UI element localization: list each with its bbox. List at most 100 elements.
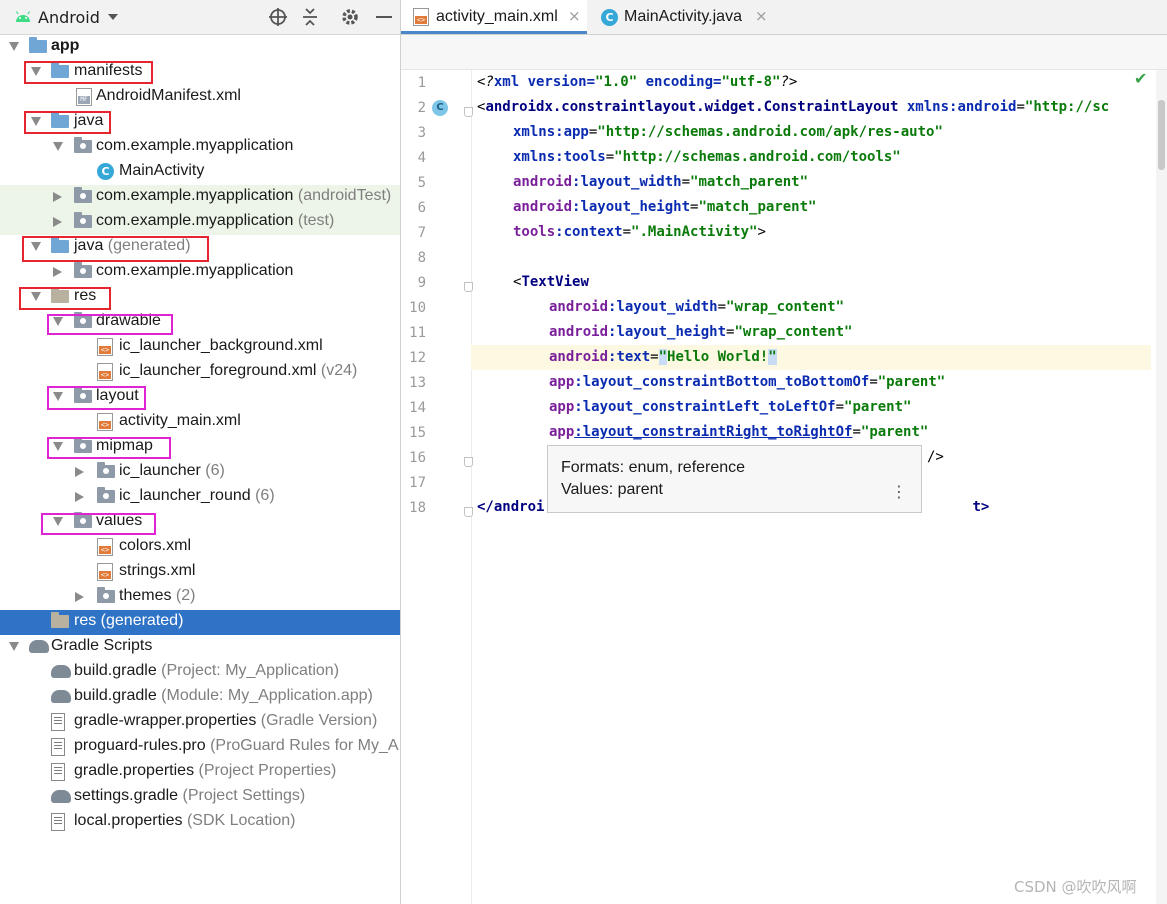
tree-item[interactable]: gradle.properties (Project Properties) — [0, 760, 400, 785]
more-options-icon[interactable]: ⋮ — [891, 482, 907, 501]
project-view-selector[interactable]: Android — [38, 8, 100, 27]
scrollbar-thumb[interactable] — [1158, 100, 1165, 170]
collapsed-arrow-icon[interactable] — [75, 467, 84, 477]
line-number: 2 — [417, 100, 426, 116]
tree-item-label: ic_launcher_round (6) — [119, 487, 275, 505]
code-line-12: android:text="Hello World!" — [549, 349, 777, 365]
tree-item-hint: (androidTest) — [293, 187, 392, 204]
collapsed-arrow-icon[interactable] — [75, 592, 84, 602]
tree-item[interactable]: <> activity_main.xml — [0, 410, 400, 435]
annotation-box-manifests — [24, 61, 153, 84]
tree-item[interactable]: com.example.myapplication — [0, 260, 400, 285]
collapsed-arrow-icon[interactable] — [53, 217, 62, 227]
collapsed-arrow-icon[interactable] — [75, 492, 84, 502]
tree-item-name: com.example.myapplication — [96, 212, 294, 229]
code-line-11: android:layout_height="wrap_content" — [549, 324, 853, 340]
code-line-4: xmlns:tools="http://schemas.android.com/… — [513, 149, 901, 165]
tree-item-label: gradle-wrapper.properties (Gradle Versio… — [74, 712, 377, 730]
code-line-15: app:layout_constraintRight_toRightOf="pa… — [549, 424, 929, 440]
annotation-box-drawable — [47, 314, 173, 335]
expanded-arrow-icon[interactable] — [53, 142, 63, 151]
tree-item-name: Gradle Scripts — [51, 637, 153, 654]
gradle-elephant-icon — [29, 640, 49, 653]
tree-item[interactable]: <> ic_launcher_foreground.xml (v24) — [0, 360, 400, 385]
expanded-arrow-icon[interactable] — [9, 642, 19, 651]
folder-icon — [29, 37, 47, 53]
tree-item-label: ic_launcher (6) — [119, 462, 225, 480]
tree-item[interactable]: settings.gradle (Project Settings) — [0, 785, 400, 810]
fold-marker-icon[interactable] — [464, 457, 473, 467]
tree-item-name: build.gradle — [74, 662, 157, 679]
line-number: 7 — [417, 225, 426, 241]
tab-activity-main-xml[interactable]: <> activity_main.xml × — [401, 0, 587, 34]
breadcrumb-bar — [401, 35, 1167, 70]
code-line-9: <TextView — [513, 274, 589, 290]
tree-item[interactable]: local.properties (SDK Location) — [0, 810, 400, 835]
line-number: 11 — [409, 325, 426, 341]
tree-item-name: com.example.myapplication — [96, 187, 294, 204]
tree-item[interactable]: com.example.myapplication — [0, 135, 400, 160]
tree-item[interactable]: com.example.myapplication (androidTest) — [0, 185, 400, 210]
tree-item[interactable]: <> ic_launcher_background.xml — [0, 335, 400, 360]
tree-item-name: proguard-rules.pro — [74, 737, 206, 754]
tree-item[interactable]: gradle-wrapper.properties (Gradle Versio… — [0, 710, 400, 735]
vertical-scrollbar[interactable] — [1156, 70, 1167, 904]
tree-item[interactable]: <> colors.xml — [0, 535, 400, 560]
collapsed-arrow-icon[interactable] — [53, 267, 62, 277]
tree-item[interactable]: themes (2) — [0, 585, 400, 610]
tree-item[interactable]: app — [0, 35, 400, 60]
tree-item[interactable]: com.example.myapplication (test) — [0, 210, 400, 235]
folder-icon — [51, 612, 69, 628]
minimize-icon[interactable] — [372, 5, 396, 29]
close-icon[interactable]: × — [568, 7, 581, 25]
tree-item-name: strings.xml — [119, 562, 196, 579]
tree-item[interactable]: build.gradle (Module: My_Application.app… — [0, 685, 400, 710]
package-folder-icon — [97, 462, 115, 478]
code-line-7: tools:context=".MainActivity"> — [513, 224, 766, 240]
xml-file-icon: <> — [97, 413, 113, 431]
code-line-1: <?xml version="1.0" encoding="utf-8"?> — [477, 74, 798, 90]
tab-mainactivity-java[interactable]: C MainActivity.java × — [591, 0, 781, 34]
tree-item-name: themes — [119, 587, 172, 604]
tree-item-hint: (test) — [293, 212, 335, 229]
tree-item[interactable]: <> strings.xml — [0, 560, 400, 585]
fold-marker-icon[interactable] — [464, 507, 473, 517]
class-gutter-icon[interactable]: C — [432, 100, 448, 116]
crosshair-icon[interactable] — [266, 5, 290, 29]
android-icon — [15, 11, 31, 22]
tree-item-name: res (generated) — [74, 612, 184, 629]
line-number: 13 — [409, 375, 426, 391]
xml-file-icon: <> — [413, 8, 429, 26]
tree-item-name: ic_launcher — [119, 462, 201, 479]
tree-item-hint: (SDK Location) — [182, 812, 296, 829]
tree-item[interactable]: proguard-rules.pro (ProGuard Rules for M… — [0, 735, 400, 760]
tree-item[interactable]: build.gradle (Project: My_Application) — [0, 660, 400, 685]
line-number: 6 — [417, 200, 426, 216]
tree-item[interactable]: ic_launcher_round (6) — [0, 485, 400, 510]
fold-marker-icon[interactable] — [464, 107, 473, 117]
tree-item[interactable]: ic_launcher (6) — [0, 460, 400, 485]
expanded-arrow-icon[interactable] — [9, 42, 19, 51]
watermark: CSDN @吹吹风啊 — [1014, 878, 1137, 896]
close-icon[interactable]: × — [755, 7, 768, 25]
manifest-file-icon: MF — [76, 88, 92, 106]
tree-item[interactable]: Gradle Scripts — [0, 635, 400, 660]
collapse-all-icon[interactable] — [298, 5, 322, 29]
tree-item-hint: (Project: My_Application) — [156, 662, 340, 679]
tree-item[interactable]: C MainActivity — [0, 160, 400, 185]
tree-item[interactable]: res (generated) — [0, 610, 400, 635]
chevron-down-icon[interactable] — [108, 14, 118, 20]
annotation-box-values — [41, 513, 156, 535]
gear-icon[interactable] — [338, 5, 362, 29]
tree-item-hint: (6) — [250, 487, 275, 504]
tree-item[interactable]: MF AndroidManifest.xml — [0, 85, 400, 110]
tree-item-label: MainActivity — [119, 162, 204, 180]
package-folder-icon — [74, 187, 92, 203]
fold-marker-icon[interactable] — [464, 282, 473, 292]
inspection-ok-icon[interactable]: ✔ — [1134, 69, 1147, 88]
collapsed-arrow-icon[interactable] — [53, 192, 62, 202]
tree-item-label: app — [51, 37, 79, 55]
tree-item-hint: (v24) — [316, 362, 358, 379]
tree-item-name: gradle-wrapper.properties — [74, 712, 257, 729]
line-number: 4 — [417, 150, 426, 166]
